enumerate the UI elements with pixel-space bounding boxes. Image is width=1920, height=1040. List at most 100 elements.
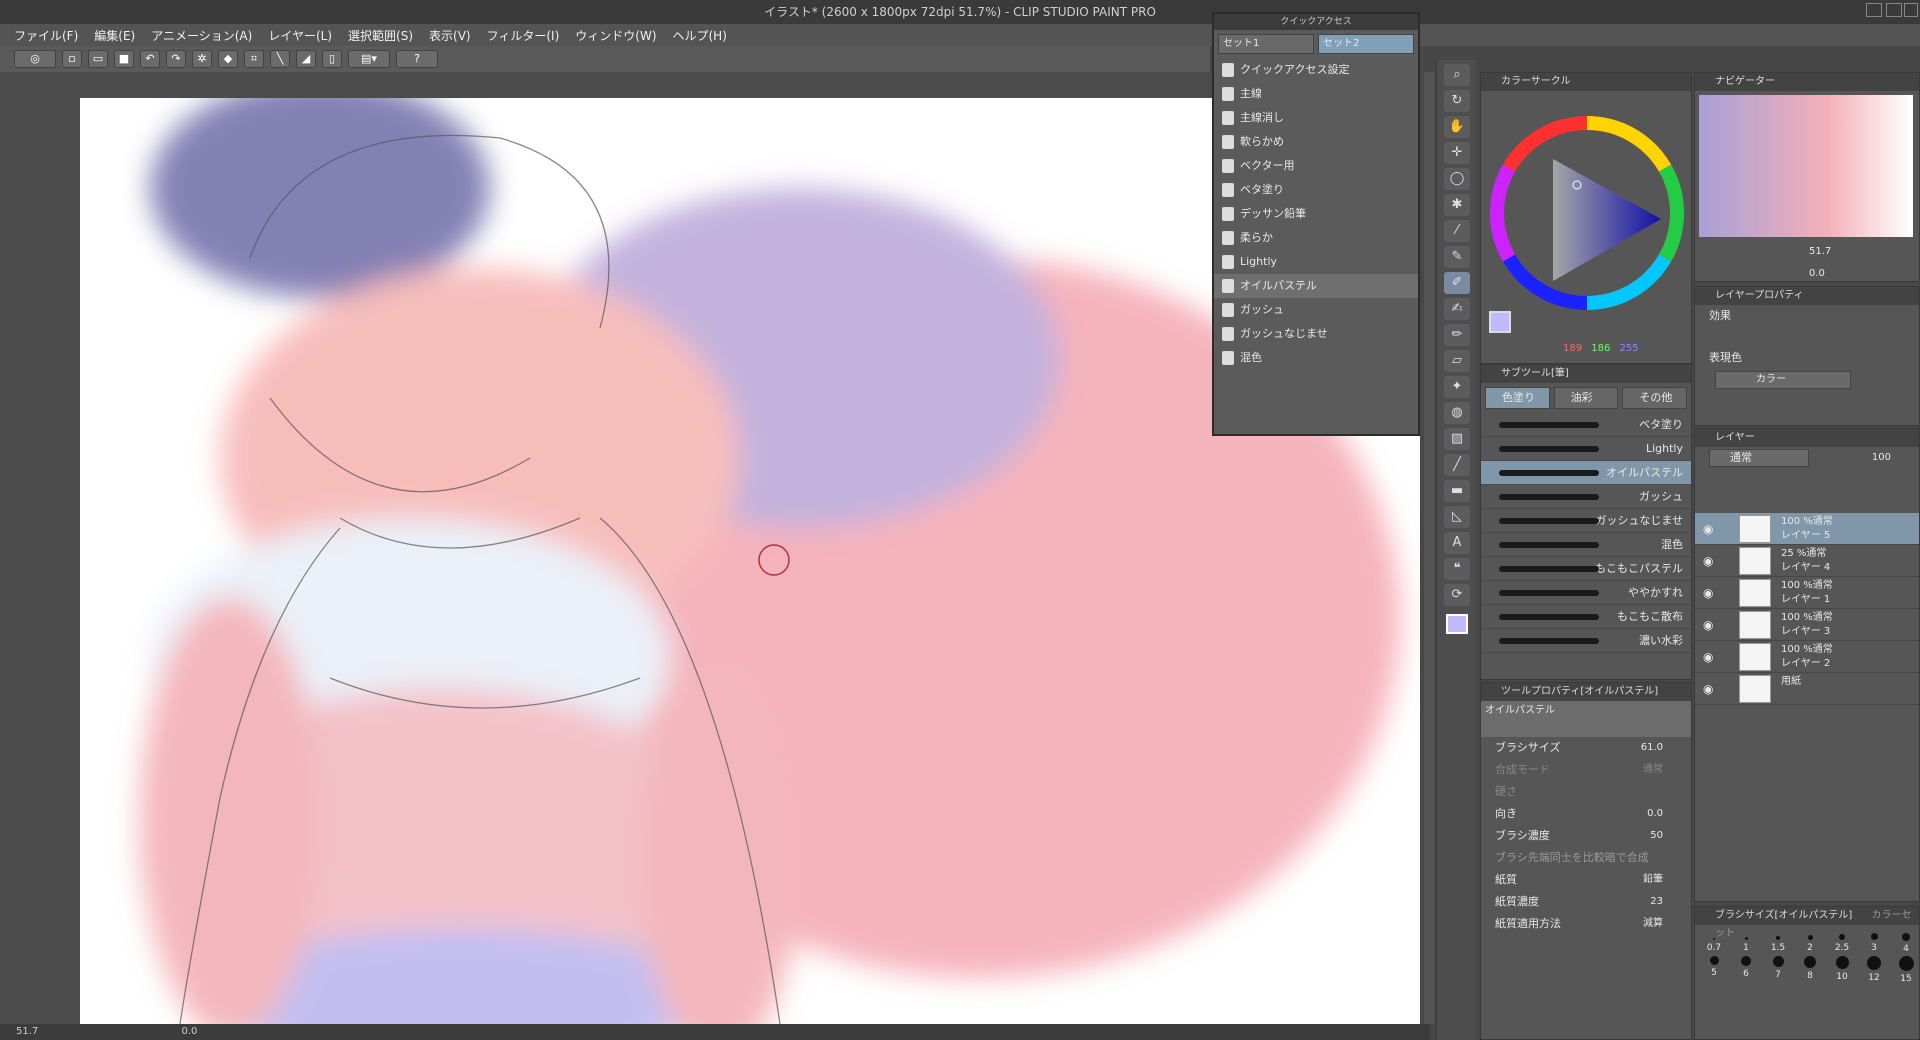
quick-access-item[interactable]: ガッシュなじませ [1214,322,1418,346]
quick-access-item[interactable]: ガッシュ [1214,298,1418,322]
brush-size-tab[interactable]: ブラシサイズ[オイルパステル] カラーセット [1695,907,1919,939]
direction-row[interactable]: 向き 0.0 [1481,803,1691,825]
brush-size-preset[interactable]: 12 [1859,956,1889,984]
menu-file[interactable]: ファイル(F) [14,27,78,44]
paper-method-value[interactable]: 減算 [1643,913,1663,935]
layer-row[interactable]: ◉ 100 %通常 レイヤー 5 [1695,513,1919,545]
hardness-row[interactable]: 硬さ [1481,781,1691,803]
quick-access-tab-set2[interactable]: セット2 [1318,34,1414,54]
snap-ruler-icon[interactable]: ╲ [270,50,290,68]
blend-tool-icon[interactable]: ✦ [1444,376,1470,398]
paper-value[interactable]: 鉛筆 [1643,869,1663,891]
paper-density-value[interactable]: 23 [1650,891,1663,913]
brush-item[interactable]: ややかすれ [1481,581,1691,605]
eye-icon[interactable]: ◉ [1703,618,1713,632]
layer-tab[interactable]: レイヤー [1695,429,1919,447]
close-icon[interactable] [1904,3,1918,17]
brush-size-preset[interactable]: 1.5 [1763,933,1793,954]
save-icon[interactable]: ■ [114,50,134,68]
brush-size-preset[interactable]: 1 [1731,933,1761,954]
brush-item[interactable]: オイルパステル [1481,461,1691,485]
redo-icon[interactable]: ↷ [166,50,186,68]
layer-row[interactable]: ◉ 25 %通常 レイヤー 4 [1695,545,1919,577]
subtool-group-coloring[interactable]: 色塗り [1485,387,1550,409]
subtool-tab[interactable]: サブツール[筆] [1481,365,1691,383]
brush-tool-icon[interactable]: ✐ [1444,272,1470,294]
layer-row[interactable]: ◉ 用紙 [1695,673,1919,705]
decoration-icon[interactable]: ✏ [1444,324,1470,346]
fill-tool-icon[interactable]: ◍ [1444,402,1470,424]
brush-size-preset[interactable]: 0.7 [1699,933,1729,954]
transform-icon[interactable]: ⌗ [244,50,264,68]
brush-item[interactable]: ガッシュ [1481,485,1691,509]
line-tool-icon[interactable]: ╱ [1444,454,1470,476]
move-tool-icon[interactable]: ✛ [1444,142,1470,164]
blend-mode-value[interactable]: 通常 [1643,759,1663,781]
maximize-icon[interactable] [1886,3,1902,17]
brush-size-preset[interactable]: 2 [1795,933,1825,954]
brush-item[interactable]: Lightly [1481,437,1691,461]
current-color-swatch[interactable] [1489,311,1511,333]
ruler-tool-icon[interactable]: ◺ [1444,506,1470,528]
eye-icon[interactable]: ◉ [1703,554,1713,568]
color-circle-tab[interactable]: カラーサークル [1481,73,1691,91]
brush-item[interactable]: もこもこパステル [1481,557,1691,581]
direction-value[interactable]: 0.0 [1647,803,1663,825]
brush-size-preset[interactable]: 4 [1891,933,1920,954]
rotate-tool-icon[interactable]: ↻ [1444,90,1470,112]
open-file-icon[interactable]: ▭ [88,50,108,68]
brush-item[interactable]: もこもこ散布 [1481,605,1691,629]
compare-darken-checkbox[interactable]: ブラシ先端同士を比較暗で合成 [1481,847,1691,869]
minimize-icon[interactable] [1866,3,1882,17]
express-color-select[interactable]: カラー [1715,371,1851,389]
fill-icon[interactable]: ◆ [218,50,238,68]
canvas-vertical-scrollbar[interactable] [1424,72,1434,1024]
quick-access-item[interactable]: 軟らかめ [1214,130,1418,154]
new-file-icon[interactable]: ▫ [62,50,82,68]
auto-select-icon[interactable]: ✱ [1444,194,1470,216]
density-row[interactable]: ブラシ濃度 50 [1481,825,1691,847]
quick-access-item[interactable]: クイックアクセス設定 [1214,58,1418,82]
menu-view[interactable]: 表示(V) [429,27,471,44]
eye-icon[interactable]: ◉ [1703,650,1713,664]
snap-grid-icon[interactable]: ▯ [322,50,342,68]
paper-row[interactable]: 紙質 鉛筆 [1481,869,1691,891]
frame-tool-icon[interactable]: ▬ [1444,480,1470,502]
brush-size-preset[interactable]: 5 [1699,956,1729,984]
subtool-group-oil[interactable]: 油彩 [1553,387,1619,409]
layer-row[interactable]: ◉ 100 %通常 レイヤー 2 [1695,641,1919,673]
brush-size-preset[interactable]: 3 [1859,933,1889,954]
eraser-tool-icon[interactable]: ▱ [1444,350,1470,372]
menu-help[interactable]: ヘルプ(H) [673,27,727,44]
lasso-tool-icon[interactable]: ◯ [1444,168,1470,190]
main-color-swatch[interactable] [1446,614,1468,634]
layer-row[interactable]: ◉ 100 %通常 レイヤー 1 [1695,577,1919,609]
brush-item[interactable]: ガッシュなじませ [1481,509,1691,533]
zoom-tool-icon[interactable]: ⌕ [1444,64,1470,86]
tool-property-tab[interactable]: ツールプロパティ[オイルパステル] [1481,683,1691,701]
menu-animation[interactable]: アニメーション(A) [151,27,252,44]
menu-layer[interactable]: レイヤー(L) [268,27,332,44]
correction-tool-icon[interactable]: ⟳ [1444,584,1470,606]
quick-access-item[interactable]: 主線消し [1214,106,1418,130]
status-angle[interactable]: 0.0 [181,1026,197,1037]
blend-mode-row[interactable]: 合成モード 通常 [1481,759,1691,781]
quick-access-item[interactable]: オイルパステル [1214,274,1418,298]
quick-access-item[interactable]: 柔らか [1214,226,1418,250]
snap-special-icon[interactable]: ◢ [296,50,316,68]
quick-access-item[interactable]: ベタ塗り [1214,178,1418,202]
paper-method-row[interactable]: 紙質適用方法 減算 [1481,913,1691,935]
quick-access-item[interactable]: Lightly [1214,250,1418,274]
balloon-tool-icon[interactable]: ❝ [1444,558,1470,580]
navigator-tab[interactable]: ナビゲーター [1695,73,1919,91]
brush-size-row[interactable]: ブラシサイズ 61.0 [1481,737,1691,759]
airbrush-icon[interactable]: ✍ [1444,298,1470,320]
quick-access-item[interactable]: 混色 [1214,346,1418,370]
brush-size-preset[interactable]: 10 [1827,956,1857,984]
menu-selection[interactable]: 選択範囲(S) [348,27,413,44]
brush-item[interactable]: ベタ塗り [1481,413,1691,437]
navigator-angle[interactable]: 0.0 [1809,268,1825,279]
menu-edit[interactable]: 編集(E) [94,27,135,44]
pen-tool-icon[interactable]: ✎ [1444,246,1470,268]
status-zoom[interactable]: 51.7 [16,1026,38,1037]
